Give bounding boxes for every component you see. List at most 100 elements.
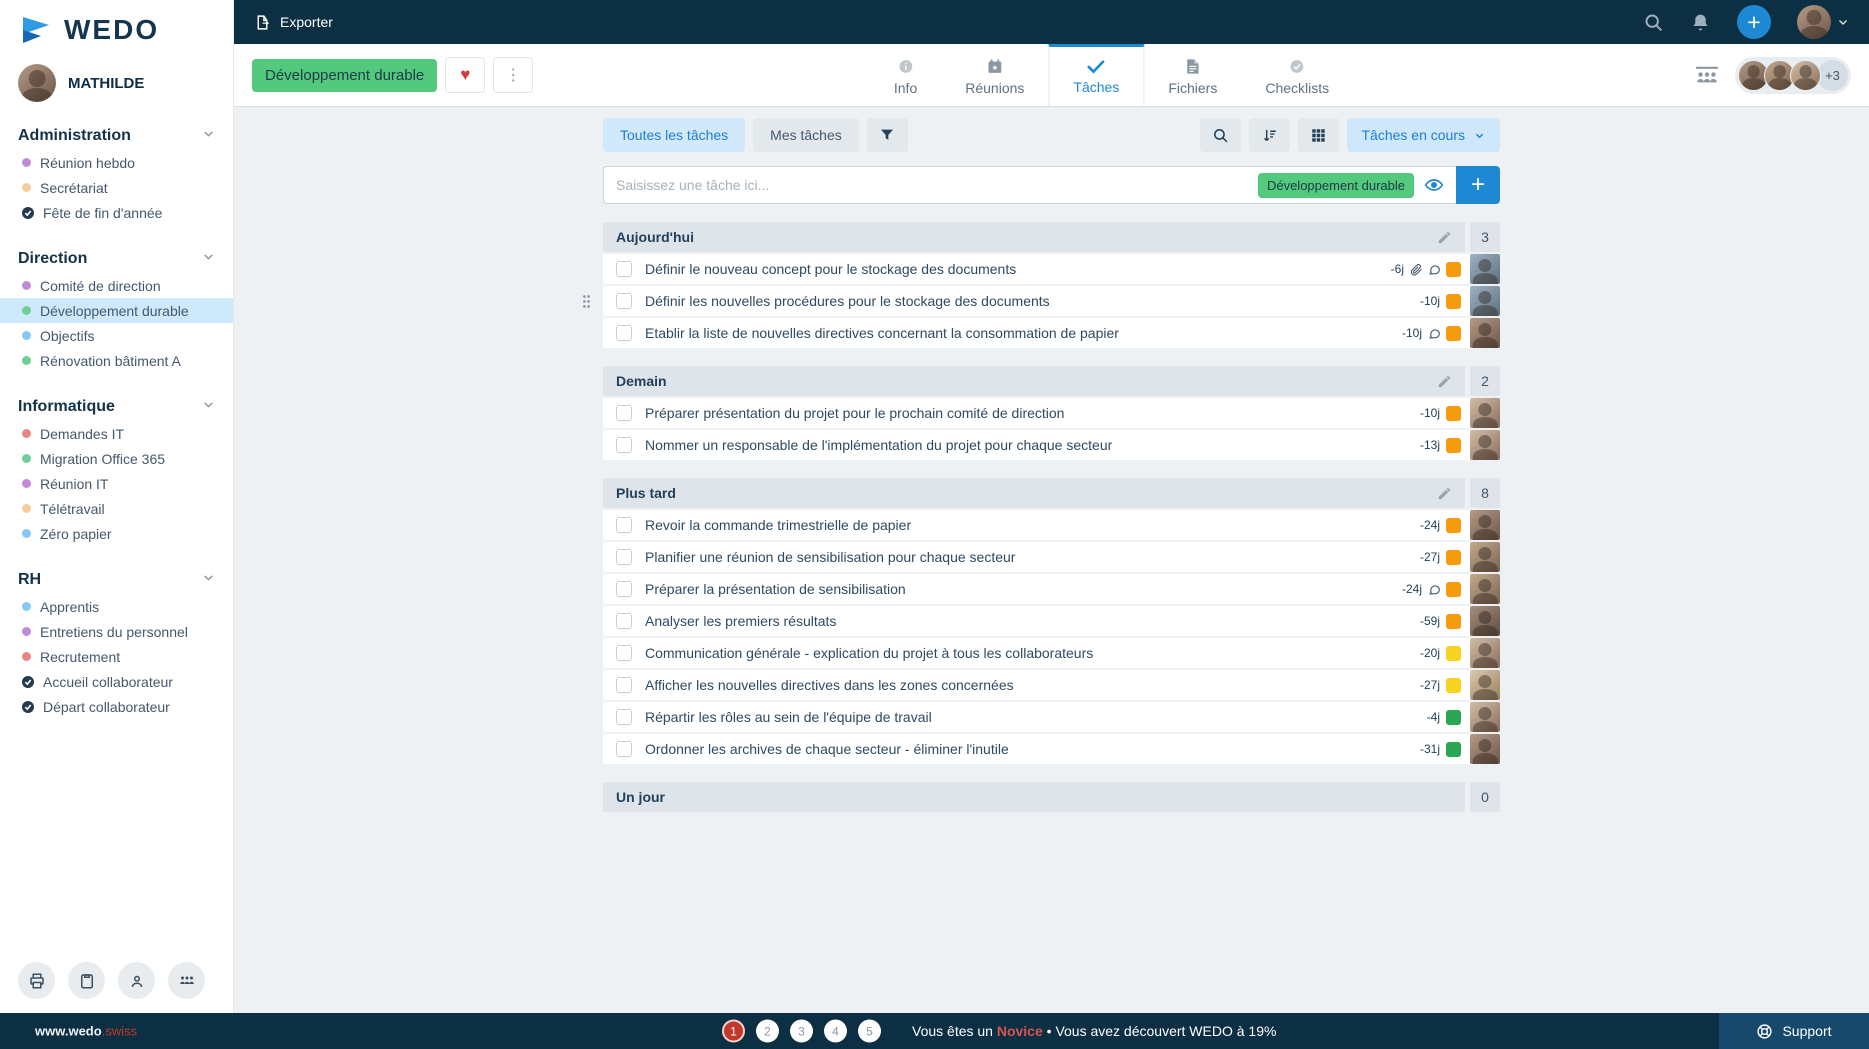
onboarding-step[interactable]: 3	[790, 1020, 813, 1043]
assignee-avatar[interactable]	[1470, 542, 1500, 572]
wedo-logo[interactable]: WEDO	[0, 0, 233, 48]
due-date[interactable]: -24j	[1420, 518, 1440, 532]
task-checkbox[interactable]	[616, 325, 632, 341]
task-row[interactable]: Répartir les rôles au sein de l'équipe d…	[603, 702, 1500, 732]
status-filter-dropdown[interactable]: Tâches en cours	[1347, 118, 1501, 152]
sidebar-item[interactable]: Apprentis	[0, 594, 233, 619]
sidebar-item[interactable]: Télétravail	[0, 496, 233, 521]
due-date[interactable]: -4j	[1427, 710, 1440, 724]
grid-view-button[interactable]	[1298, 118, 1339, 152]
members-icon[interactable]	[1695, 65, 1719, 85]
task-row[interactable]: Préparer présentation du projet pour le …	[603, 398, 1500, 428]
section-header[interactable]: Plus tard	[603, 478, 1465, 508]
new-task-input[interactable]	[616, 177, 1248, 193]
task-row[interactable]: Définir le nouveau concept pour le stock…	[603, 254, 1500, 284]
task-checkbox[interactable]	[616, 437, 632, 453]
tab-info[interactable]: Info	[870, 44, 941, 107]
favorite-button[interactable]: ♥	[445, 57, 485, 93]
tab-réunions[interactable]: Réunions	[941, 44, 1048, 107]
section-header[interactable]: Un jour	[603, 782, 1465, 812]
support-button[interactable]: Support	[1719, 1013, 1869, 1049]
sidebar-item[interactable]: Recrutement	[0, 644, 233, 669]
due-date[interactable]: -10j	[1420, 294, 1440, 308]
onboarding-step[interactable]: 4	[824, 1020, 847, 1043]
due-date[interactable]: -27j	[1420, 678, 1440, 692]
account-menu[interactable]	[1797, 5, 1849, 39]
priority-square[interactable]	[1446, 742, 1461, 757]
due-date[interactable]: -10j	[1402, 326, 1422, 340]
sidebar-item[interactable]: Secrétariat	[0, 175, 233, 200]
notifications-bell-icon[interactable]	[1690, 12, 1711, 33]
due-date[interactable]: -24j	[1402, 582, 1422, 596]
filter-my-tasks-button[interactable]: Mes tâches	[753, 118, 859, 152]
sidebar-item[interactable]: Demandes IT	[0, 421, 233, 446]
assignee-avatar[interactable]	[1470, 702, 1500, 732]
task-checkbox[interactable]	[616, 261, 632, 277]
export-button[interactable]: Exporter	[254, 14, 333, 31]
sidebar-item[interactable]: Rénovation bâtiment A	[0, 348, 233, 373]
tab-fichiers[interactable]: Fichiers	[1144, 44, 1241, 107]
priority-square[interactable]	[1446, 614, 1461, 629]
task-row[interactable]: Planifier une réunion de sensibilisation…	[603, 542, 1500, 572]
tab-tâches[interactable]: Tâches	[1048, 44, 1144, 107]
task-checkbox[interactable]	[616, 613, 632, 629]
due-date[interactable]: -10j	[1420, 406, 1440, 420]
sidebar-section-header[interactable]: Direction	[0, 245, 233, 273]
sidebar-item[interactable]: Accueil collaborateur	[0, 669, 233, 694]
print-button[interactable]	[18, 962, 55, 999]
filter-button[interactable]	[867, 118, 908, 152]
edit-pencil-icon[interactable]	[1437, 486, 1452, 501]
sidebar-item[interactable]: Migration Office 365	[0, 446, 233, 471]
task-row[interactable]: Nommer un responsable de l'implémentatio…	[603, 430, 1500, 460]
task-checkbox[interactable]	[616, 581, 632, 597]
priority-square[interactable]	[1446, 262, 1461, 277]
task-checkbox[interactable]	[616, 549, 632, 565]
sidebar-section-header[interactable]: Administration	[0, 122, 233, 150]
assignee-avatar[interactable]	[1470, 606, 1500, 636]
priority-square[interactable]	[1446, 438, 1461, 453]
task-checkbox[interactable]	[616, 645, 632, 661]
sidebar-item[interactable]: Comité de direction	[0, 273, 233, 298]
priority-square[interactable]	[1446, 550, 1461, 565]
due-date[interactable]: -13j	[1420, 438, 1440, 452]
assignee-avatar[interactable]	[1470, 398, 1500, 428]
assignee-avatar[interactable]	[1470, 318, 1500, 348]
task-row[interactable]: Définir les nouvelles procédures pour le…	[603, 286, 1500, 316]
sidebar-item[interactable]: Réunion IT	[0, 471, 233, 496]
task-checkbox[interactable]	[616, 293, 632, 309]
priority-square[interactable]	[1446, 294, 1461, 309]
assignee-avatar[interactable]	[1470, 254, 1500, 284]
sidebar-item[interactable]: Entretiens du personnel	[0, 619, 233, 644]
assignee-avatar[interactable]	[1470, 670, 1500, 700]
assignee-avatar[interactable]	[1470, 574, 1500, 604]
task-checkbox[interactable]	[616, 709, 632, 725]
section-header[interactable]: Aujourd'hui	[603, 222, 1465, 252]
workspace-badge[interactable]: Développement durable	[252, 59, 437, 92]
task-row[interactable]: Etablir la liste de nouvelles directives…	[603, 318, 1500, 348]
onboarding-step[interactable]: 5	[858, 1020, 881, 1043]
task-row[interactable]: Revoir la commande trimestrielle de papi…	[603, 510, 1500, 540]
assignee-avatar[interactable]	[1470, 734, 1500, 764]
task-checkbox[interactable]	[616, 677, 632, 693]
priority-square[interactable]	[1446, 406, 1461, 421]
task-row[interactable]: Préparer la présentation de sensibilisat…	[603, 574, 1500, 604]
team-button[interactable]	[168, 962, 205, 999]
task-row[interactable]: Communication générale - explication du …	[603, 638, 1500, 668]
priority-square[interactable]	[1446, 646, 1461, 661]
task-checkbox[interactable]	[616, 741, 632, 757]
search-icon[interactable]	[1643, 12, 1664, 33]
contacts-button[interactable]	[118, 962, 155, 999]
sidebar-item[interactable]: Zéro papier	[0, 521, 233, 546]
priority-square[interactable]	[1446, 678, 1461, 693]
due-date[interactable]: -27j	[1420, 550, 1440, 564]
sidebar-user[interactable]: MATHILDE	[0, 48, 233, 102]
task-row[interactable]: Analyser les premiers résultats-59j	[603, 606, 1500, 636]
edit-pencil-icon[interactable]	[1437, 374, 1452, 389]
sidebar-item[interactable]: Fête de fin d'année	[0, 200, 233, 225]
assignee-avatar[interactable]	[1470, 430, 1500, 460]
due-date[interactable]: -59j	[1420, 614, 1440, 628]
add-task-button[interactable]: +	[1456, 166, 1500, 204]
onboarding-step[interactable]: 1	[722, 1020, 745, 1043]
priority-square[interactable]	[1446, 326, 1461, 341]
edit-pencil-icon[interactable]	[1437, 230, 1452, 245]
